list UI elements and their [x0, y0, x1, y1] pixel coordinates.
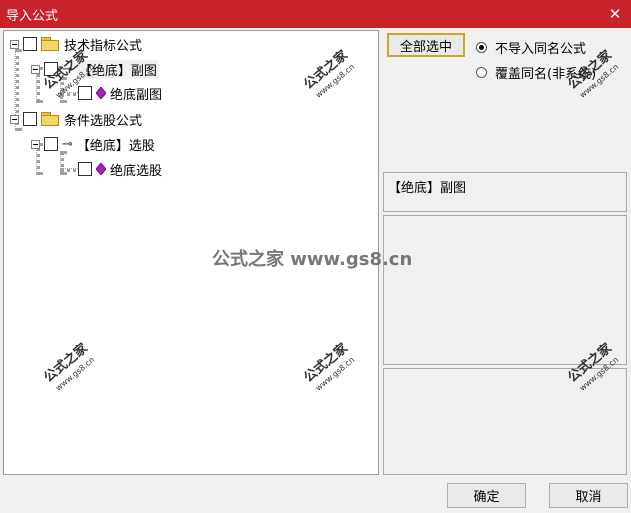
collapse-icon[interactable] — [31, 64, 40, 74]
close-icon[interactable]: ✕ — [605, 4, 625, 24]
folder-icon — [41, 112, 59, 126]
tree-item-jd-indicator[interactable]: ⊸ 【绝底】副图 — [31, 59, 159, 79]
radio-button[interactable] — [476, 42, 487, 53]
checkbox[interactable] — [44, 62, 58, 76]
checkbox[interactable] — [23, 112, 37, 126]
key-icon: ⊸ — [62, 61, 73, 77]
tree-connector — [60, 77, 64, 103]
key-icon: ⊸ — [62, 136, 73, 152]
ok-button[interactable]: 确定 — [447, 483, 526, 508]
formula-name: 【绝底】副图 — [388, 181, 467, 196]
center-watermark: 公式之家 www.gs8.cn — [212, 249, 413, 270]
title-bar: 导入公式 ✕ — [0, 0, 631, 28]
tree-item-label: 【绝底】副图 — [76, 59, 159, 79]
tree-item-jd-screen[interactable]: 绝底选股 — [78, 159, 162, 179]
radio-label: 覆盖同名(非系统) — [495, 67, 597, 82]
tree-item-label: 技术指标公式 — [64, 38, 143, 54]
formula-name-field: 【绝底】副图 — [383, 172, 627, 212]
tree-item-jd-subchart[interactable]: 绝底副图 — [78, 83, 162, 103]
tree-item-label: 绝底副图 — [110, 87, 163, 103]
radio-skip-duplicates[interactable]: 不导入同名公式 — [476, 38, 586, 57]
checkbox[interactable] — [23, 37, 37, 51]
formula-detail-box — [383, 368, 627, 475]
radio-overwrite[interactable]: 覆盖同名(非系统) — [476, 63, 596, 82]
radio-label: 不导入同名公式 — [495, 42, 587, 57]
tree-item-jd-screener[interactable]: ⊸ 【绝底】选股 — [31, 134, 155, 154]
checkbox[interactable] — [44, 137, 58, 151]
tree-item-tech-folder[interactable]: 技术指标公式 — [10, 34, 142, 54]
select-all-button[interactable]: 全部选中 — [387, 33, 465, 57]
folder-icon — [41, 37, 59, 51]
formula-description-box — [383, 215, 627, 365]
window-title: 导入公式 — [6, 9, 59, 24]
tree-item-label: 【绝底】选股 — [76, 138, 155, 154]
checkbox[interactable] — [78, 162, 92, 176]
radio-button[interactable] — [476, 67, 487, 78]
tree-item-screen-folder[interactable]: 条件选股公式 — [10, 109, 142, 129]
tree-item-label: 绝底选股 — [110, 163, 163, 179]
collapse-icon[interactable] — [10, 114, 19, 124]
checkbox[interactable] — [78, 86, 92, 100]
tree-item-label: 条件选股公式 — [64, 113, 143, 129]
gem-icon — [96, 87, 106, 99]
gem-icon — [96, 163, 106, 175]
collapse-icon[interactable] — [31, 139, 40, 149]
cancel-button[interactable]: 取消 — [549, 483, 628, 508]
collapse-icon[interactable] — [10, 39, 19, 49]
